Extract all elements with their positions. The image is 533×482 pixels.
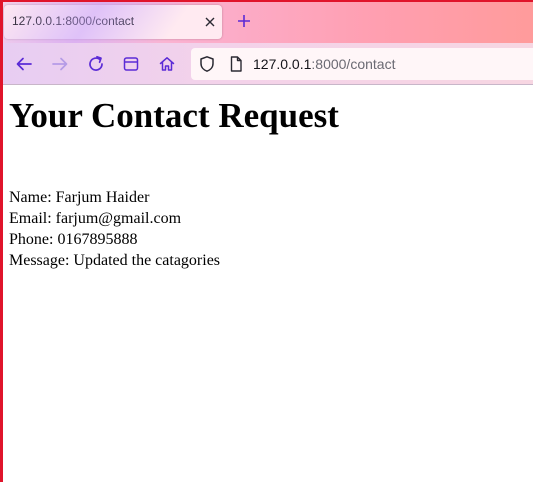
url-host: 127.0.0.1: [253, 56, 312, 72]
detail-phone: Phone: 0167895888: [9, 231, 138, 248]
tab-title: 127.0.0.1:8000/contact: [12, 14, 135, 28]
page-title: Your Contact Request: [9, 96, 339, 135]
sidebar-button[interactable]: [119, 52, 143, 76]
arrow-left-icon: [16, 57, 32, 71]
sidebar-icon: [123, 57, 139, 71]
new-tab-button[interactable]: [234, 11, 254, 31]
reload-icon: [89, 55, 103, 71]
detail-name: Name: Farjum Haider: [9, 189, 150, 206]
tab-contact[interactable]: 127.0.0.1:8000/contact: [4, 5, 222, 39]
navigation-toolbar: 127.0.0.1:8000/contact: [0, 43, 533, 85]
plus-icon: [238, 15, 250, 27]
url-path: :8000/contact: [311, 56, 396, 72]
window-frame-top: [0, 0, 533, 2]
back-button[interactable]: [12, 52, 36, 76]
detail-message: Message: Updated the catagories: [9, 252, 221, 269]
detail-email: Email: farjum@gmail.com: [9, 210, 182, 227]
page-icon[interactable]: [227, 55, 245, 73]
contact-details: Name: Farjum Haider Email: farjum@gmail.…: [9, 187, 529, 271]
tab-strip: 127.0.0.1:8000/contact: [0, 0, 533, 43]
close-icon[interactable]: [200, 12, 220, 32]
arrow-right-icon: [52, 57, 68, 71]
window-frame-left: [0, 0, 3, 482]
page-content: Your Contact Request Name: Farjum Haider…: [9, 85, 529, 271]
home-icon: [159, 57, 175, 71]
forward-button[interactable]: [48, 52, 72, 76]
shield-icon[interactable]: [198, 55, 216, 73]
url-text[interactable]: 127.0.0.1:8000/contact: [253, 56, 395, 72]
reload-button[interactable]: [84, 52, 108, 76]
address-bar[interactable]: 127.0.0.1:8000/contact: [191, 48, 533, 80]
home-button[interactable]: [155, 52, 179, 76]
